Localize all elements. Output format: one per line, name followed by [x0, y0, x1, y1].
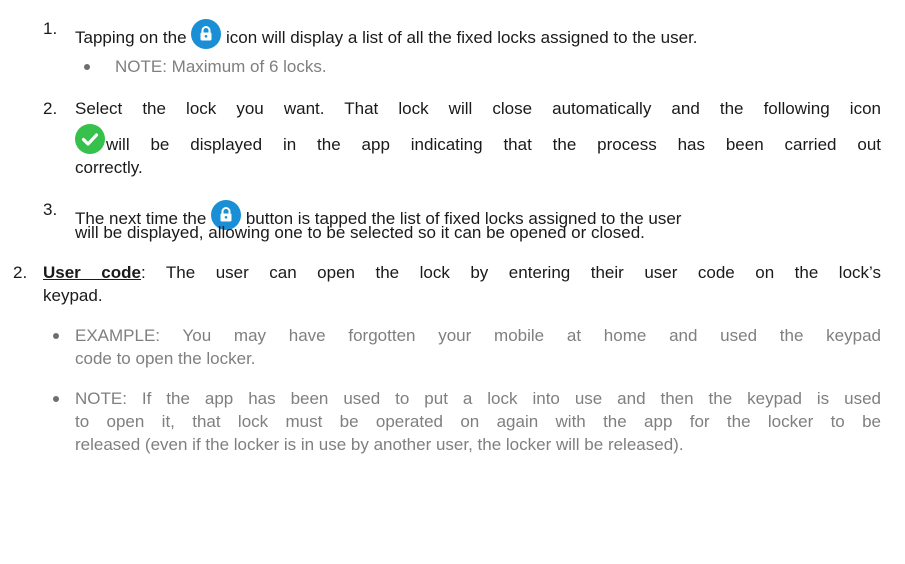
section-2-number: 2.: [13, 263, 28, 282]
lock-icon: [191, 19, 222, 54]
note-line-2: to open it, that lock must be operated o…: [75, 412, 881, 431]
section-2-line-1-text: : The user can open the lock by entering…: [140, 263, 881, 282]
step-3-line-2: will be displayed, allowing one to be se…: [75, 223, 645, 242]
section-2-line-2: keypad.: [43, 286, 103, 305]
note-max-locks: NOTE: Maximum of 6 locks.: [115, 57, 327, 76]
check-icon: [75, 124, 105, 159]
step-1-before: Tapping on the: [75, 28, 187, 47]
bullet: [53, 396, 59, 402]
step-1-number: 1.: [43, 19, 58, 38]
step-2-line-2: will be displayed in the app indicating …: [106, 135, 881, 154]
note-line-3: released (even if the locker is in use b…: [75, 435, 684, 454]
example-line-2: code to open the locker.: [75, 349, 256, 368]
step-2-line-1: Select the lock you want. That lock will…: [75, 99, 881, 118]
bullet: [84, 64, 90, 70]
step-1-text: Tapping on the icon will display a list …: [75, 19, 698, 54]
step-2-line-3: correctly.: [75, 158, 143, 177]
section-2-line-1: User code: The user can open the lock by…: [43, 263, 881, 283]
step-1-after: icon will display a list of all the fixe…: [226, 28, 698, 47]
note-line-1: NOTE: If the app has been used to put a …: [75, 389, 881, 408]
step-2-number: 2.: [43, 99, 58, 118]
example-line-1: EXAMPLE: You may have forgotten your mob…: [75, 326, 881, 345]
bullet: [53, 333, 59, 339]
step-3-number: 3.: [43, 200, 58, 219]
section-2-title: User code: [43, 263, 141, 282]
